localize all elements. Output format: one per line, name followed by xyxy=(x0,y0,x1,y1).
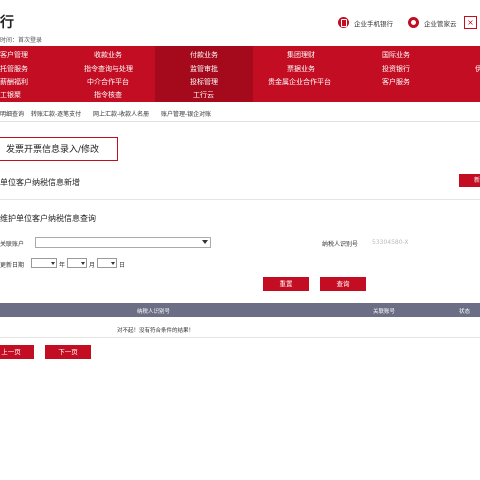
column-tax-id: 纳税人识别号 xyxy=(137,309,171,315)
account-select[interactable] xyxy=(35,237,211,248)
menu-international[interactable]: 国际业务 xyxy=(382,50,410,60)
column-account: 关联账号 xyxy=(373,309,396,315)
update-date-label: 更新日期 xyxy=(0,262,25,269)
subnav-payee-list[interactable]: 网上汇款-收款人名册 xyxy=(93,109,149,118)
phone-icon xyxy=(338,17,349,28)
day-suffix: 日 xyxy=(119,262,126,269)
butler-icon xyxy=(408,17,419,28)
new-button[interactable]: 新 xyxy=(459,174,480,187)
reset-button[interactable]: 重置 xyxy=(263,277,309,291)
chevron-down-icon xyxy=(81,262,85,265)
column-status: 状态 xyxy=(459,309,471,315)
menu-custody[interactable]: 托管服务 xyxy=(0,64,28,74)
menu-instruction-check[interactable]: 指令核查 xyxy=(94,90,122,100)
menu-investment[interactable]: 投资银行 xyxy=(382,64,410,74)
menu-customer-service[interactable]: 客户服务 xyxy=(382,77,410,87)
chevron-down-icon xyxy=(202,240,208,244)
menu-icbc-ju[interactable]: 工银聚 xyxy=(0,90,21,100)
query-button[interactable]: 查询 xyxy=(320,277,366,291)
menu-precious-metals[interactable]: 贵金属企业合作平台 xyxy=(268,77,331,87)
empty-result-message: 对不起！没有符合条件的结果！ xyxy=(117,328,195,334)
menu-instruction-query[interactable]: 指令查询与处理 xyxy=(84,64,133,74)
menu-payroll[interactable]: 薪酬福利 xyxy=(0,77,28,87)
year-suffix: 年 xyxy=(59,262,66,269)
month-suffix: 月 xyxy=(89,262,96,269)
prev-page-button[interactable]: 上一页 xyxy=(0,345,34,359)
last-login-text: 时间：首次登录 xyxy=(0,37,43,44)
table-row xyxy=(0,322,480,338)
mobile-bank-link[interactable]: 企业手机银行 xyxy=(338,17,393,28)
menu-bills[interactable]: 票据业务 xyxy=(287,64,315,74)
menu-receipts[interactable]: 收款业务 xyxy=(94,50,122,60)
subnav-reconciliation[interactable]: 账户管理-银企对账 xyxy=(161,109,211,118)
tax-id-label: 纳税人识别号 xyxy=(322,241,359,248)
bank-logo-text: 行 xyxy=(0,15,14,31)
section-divider xyxy=(0,199,480,200)
close-icon[interactable]: × xyxy=(464,16,477,29)
menu-group-finance[interactable]: 集团理财 xyxy=(287,50,315,60)
next-page-button[interactable]: 下一页 xyxy=(45,345,91,359)
account-label: 关联账户 xyxy=(0,241,25,248)
menu-bidding[interactable]: 投标管理 xyxy=(190,77,218,87)
section-new-label: 单位客户纳税信息新增 xyxy=(0,178,80,187)
menu-payments[interactable]: 付款业务 xyxy=(190,50,218,60)
chevron-down-icon xyxy=(51,262,55,265)
section-query-label: 维护单位客户纳税信息查询 xyxy=(0,214,96,223)
results-table-header xyxy=(0,303,480,317)
mobile-bank-label: 企业手机银行 xyxy=(354,19,393,28)
menu-agency-platform[interactable]: 中介合作平台 xyxy=(87,77,129,87)
tax-id-input[interactable]: 53304580-X xyxy=(367,237,480,248)
subnav-divider xyxy=(0,121,480,122)
subnav-detail-query[interactable]: 明细查询 xyxy=(0,109,24,118)
butler-link[interactable]: 企业管家云 xyxy=(408,17,457,28)
page-title: 发票开票信息录入/修改 xyxy=(0,137,118,161)
chevron-down-icon xyxy=(111,262,115,265)
menu-customer-mgmt[interactable]: 客户管理 xyxy=(0,50,28,60)
subnav-transfer[interactable]: 转账汇款-逐笔支付 xyxy=(31,109,81,118)
menu-icbc-cloud[interactable]: 工行云 xyxy=(193,90,214,100)
butler-label: 企业管家云 xyxy=(424,19,457,28)
menu-approval[interactable]: 监管审批 xyxy=(190,64,218,74)
menu-more[interactable]: 伊 xyxy=(475,64,480,74)
